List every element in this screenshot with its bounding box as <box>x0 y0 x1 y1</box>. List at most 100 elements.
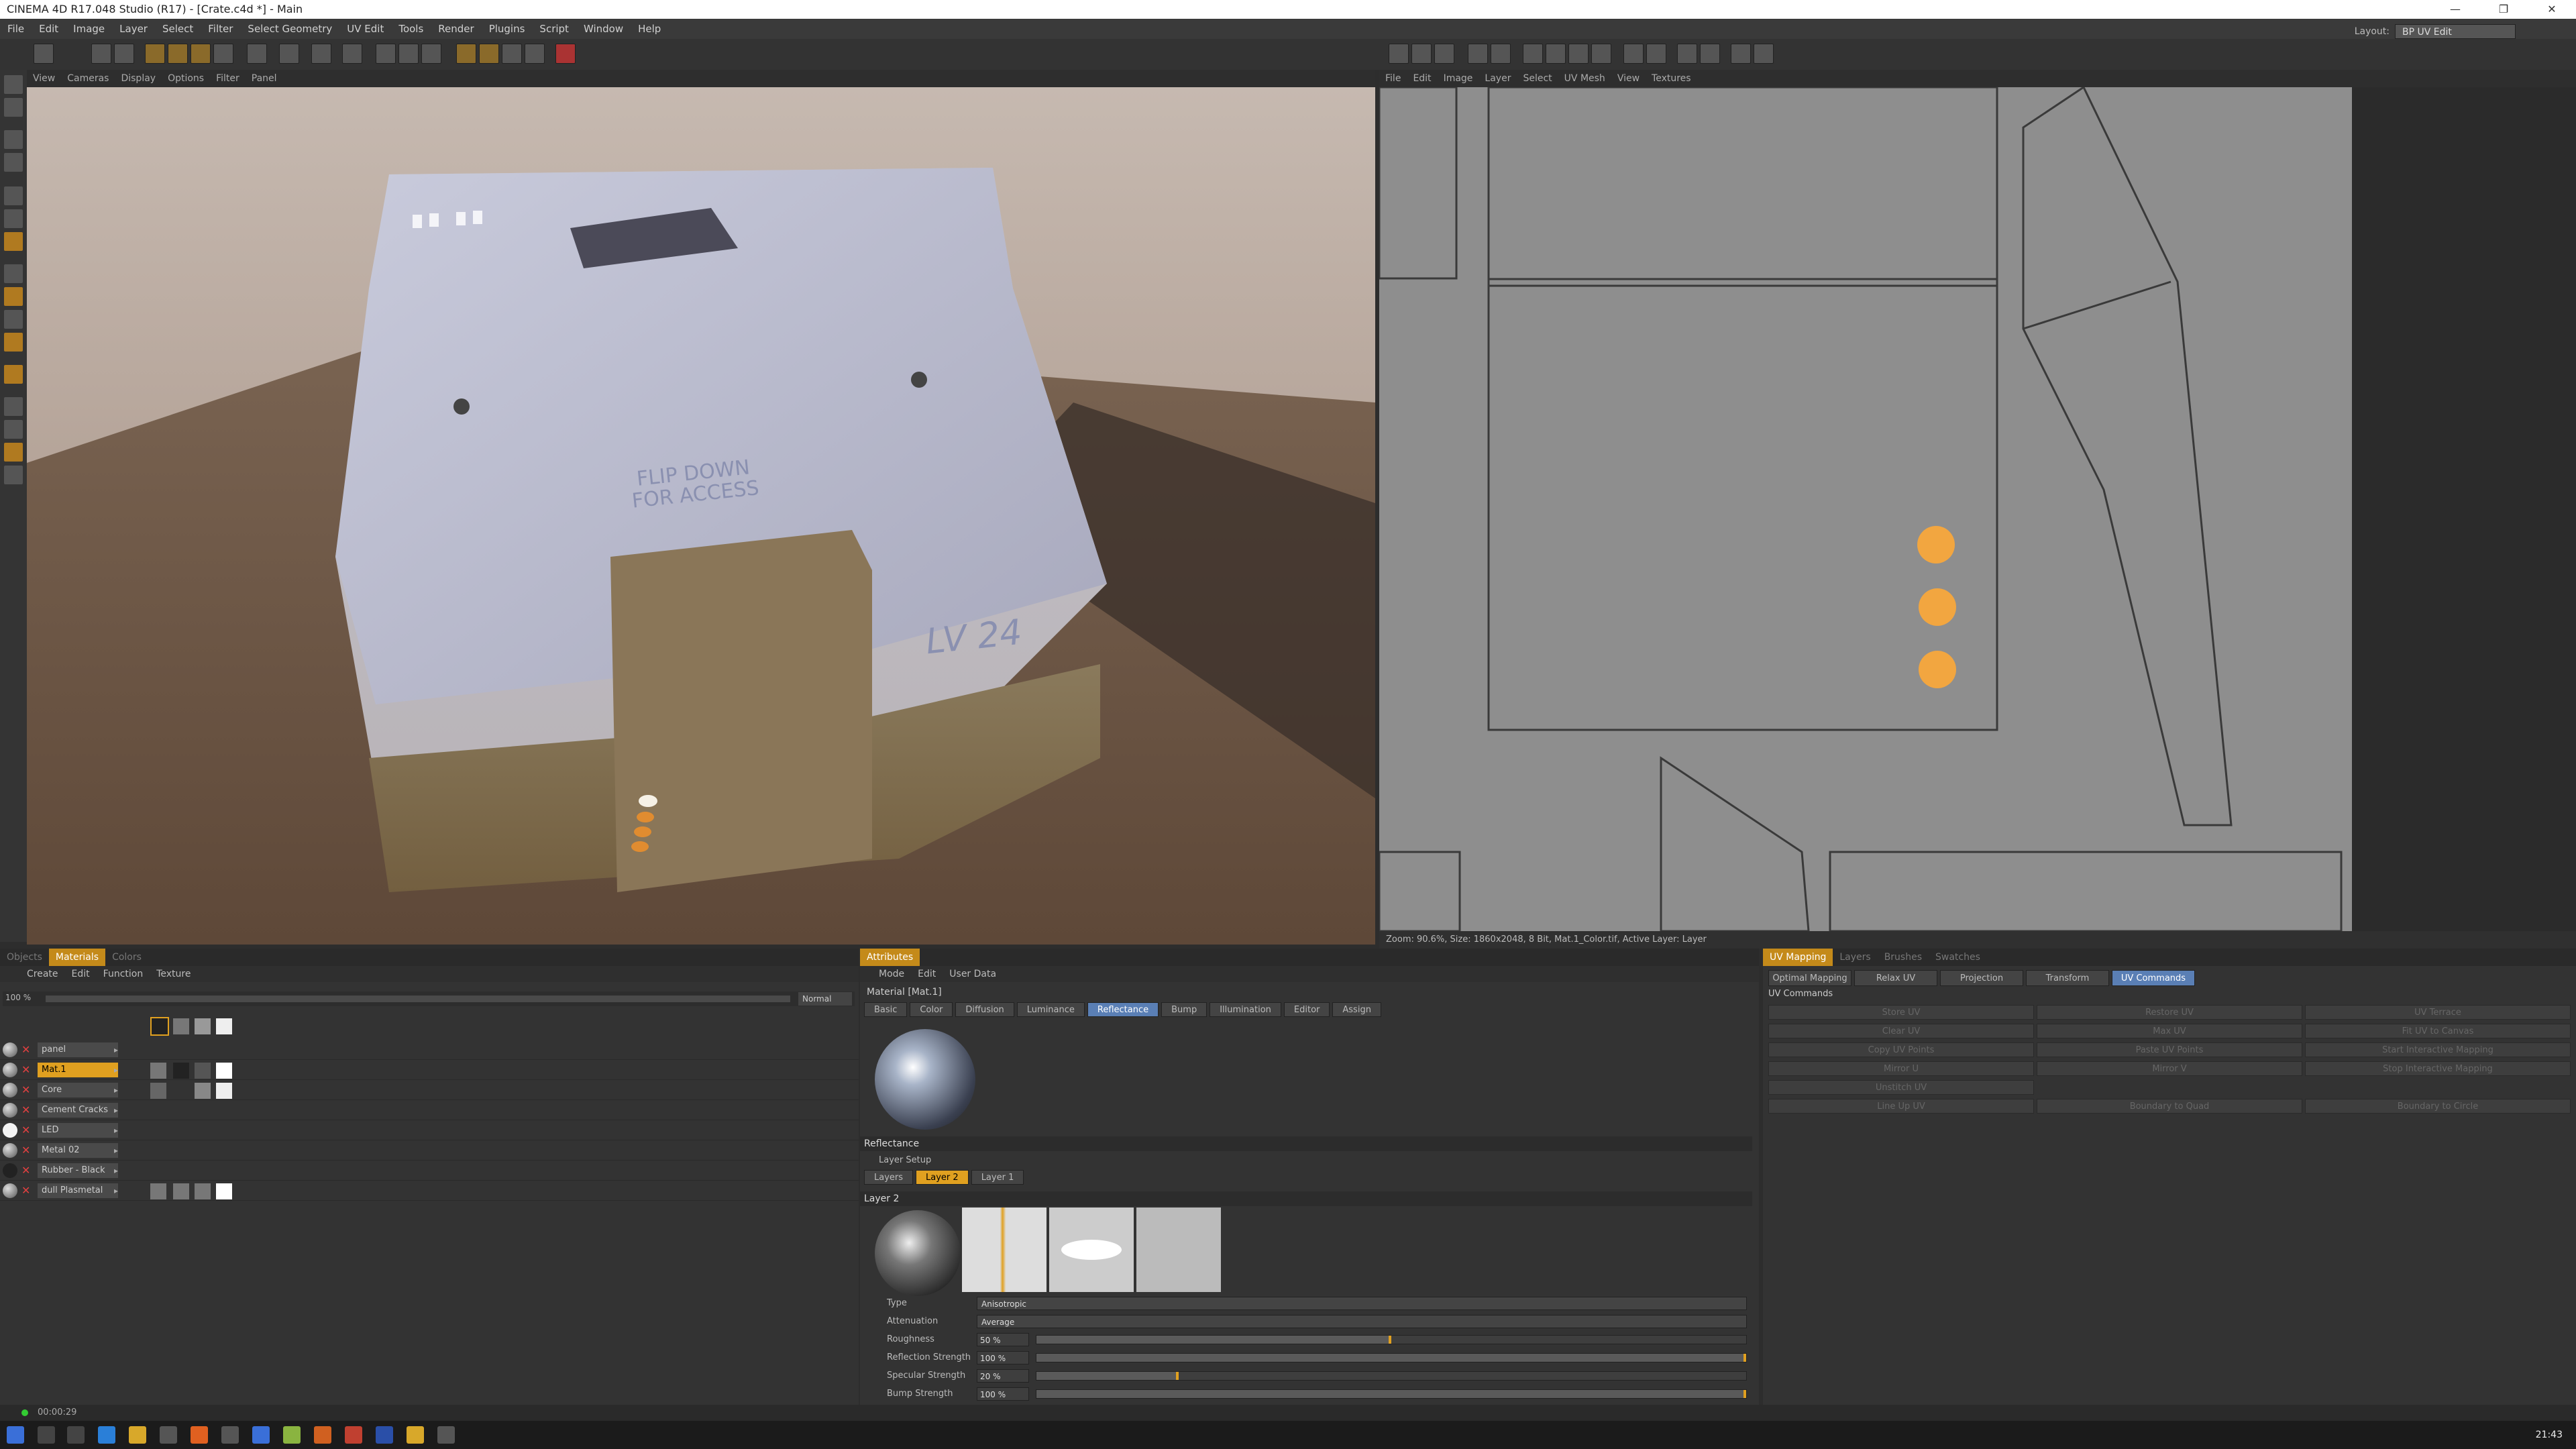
expand-arrow-icon[interactable]: ▸ <box>114 1120 118 1140</box>
menu-script[interactable]: Script <box>532 19 576 39</box>
material-row[interactable]: ✕ Cement Cracks ▸ <box>0 1100 859 1120</box>
firefox-icon[interactable] <box>191 1426 208 1444</box>
expand-arrow-icon[interactable]: ▸ <box>114 1140 118 1161</box>
move-icon[interactable] <box>145 44 165 64</box>
clone-tool-icon[interactable] <box>1468 44 1488 64</box>
menu-image[interactable]: Image <box>66 19 112 39</box>
vp-menu-panel[interactable]: Panel <box>246 70 283 87</box>
unstitch-uv-button[interactable]: Unstitch UV <box>1768 1080 2034 1095</box>
blend-mode-dropdown[interactable]: Normal <box>798 992 852 1006</box>
tab-editor[interactable]: Editor <box>1283 1002 1330 1017</box>
menu-select-geometry[interactable]: Select Geometry <box>240 19 339 39</box>
mat-menu-function[interactable]: Function <box>97 966 150 982</box>
swatch[interactable] <box>150 1083 166 1099</box>
uv-menu-textures[interactable]: Textures <box>1646 70 1697 87</box>
bump-strength-slider[interactable] <box>1036 1389 1747 1399</box>
uv-menu-view[interactable]: View <box>1611 70 1646 87</box>
tab-relax-uv[interactable]: Relax UV <box>1854 970 1937 986</box>
tab-brushes[interactable]: Brushes <box>1878 949 1929 966</box>
expand-arrow-icon[interactable]: ▸ <box>114 1040 118 1060</box>
subdivision-icon[interactable] <box>502 44 522 64</box>
tab-color[interactable]: Color <box>910 1002 953 1017</box>
mirror-u-button[interactable]: Mirror U <box>1768 1061 2034 1076</box>
uv-menu-layer[interactable]: Layer <box>1479 70 1517 87</box>
x-axis-icon[interactable] <box>247 44 267 64</box>
eyedropper-icon[interactable] <box>4 397 23 416</box>
calculator-icon[interactable] <box>221 1426 239 1444</box>
remove-icon[interactable]: ✕ <box>21 1060 30 1080</box>
material-name[interactable]: Cement Cracks <box>38 1103 118 1118</box>
z-axis-icon[interactable] <box>311 44 331 64</box>
menu-plugins[interactable]: Plugins <box>482 19 533 39</box>
fill-tool-icon[interactable] <box>1434 44 1454 64</box>
y-axis-icon[interactable] <box>279 44 299 64</box>
material-row[interactable]: ✕ panel ▸ <box>0 1040 859 1060</box>
vp-menu-cameras[interactable]: Cameras <box>61 70 115 87</box>
grid-icon[interactable] <box>1623 44 1644 64</box>
uv-polygon-icon[interactable] <box>1523 44 1543 64</box>
render-view-icon[interactable] <box>376 44 396 64</box>
store-icon[interactable] <box>160 1426 177 1444</box>
material-name[interactable]: panel <box>38 1042 118 1057</box>
background-color-icon[interactable] <box>4 466 23 484</box>
coordinate-system-icon[interactable] <box>342 44 362 64</box>
uv-edge-icon[interactable] <box>1568 44 1589 64</box>
tab-layer-2[interactable]: Layer 2 <box>916 1170 969 1185</box>
brush-tool-icon[interactable] <box>1389 44 1409 64</box>
expand-arrow-icon[interactable]: ▸ <box>114 1080 118 1100</box>
reflection-strength-slider[interactable] <box>1036 1353 1747 1362</box>
mat-menu-texture[interactable]: Texture <box>150 966 197 982</box>
tab-layers[interactable]: Layers <box>1833 949 1877 966</box>
roughness-field[interactable]: 50 % <box>977 1333 1029 1346</box>
uv-canvas[interactable] <box>1379 87 2576 931</box>
layer-thumb-2[interactable] <box>173 1018 189 1034</box>
search-icon[interactable] <box>38 1426 55 1444</box>
remove-icon[interactable]: ✕ <box>21 1140 30 1161</box>
tab-diffusion[interactable]: Diffusion <box>955 1002 1014 1017</box>
swatch[interactable] <box>195 1083 211 1099</box>
tab-swatches[interactable]: Swatches <box>1929 949 1987 966</box>
model-mode-icon[interactable] <box>4 75 23 94</box>
task-view-icon[interactable] <box>67 1426 85 1444</box>
tab-bump[interactable]: Bump <box>1161 1002 1208 1017</box>
max-uv-button[interactable]: Max UV <box>2037 1024 2302 1038</box>
texture-mode-icon[interactable] <box>4 98 23 117</box>
remove-icon[interactable]: ✕ <box>21 1120 30 1140</box>
rotate-icon[interactable] <box>191 44 211 64</box>
tab-layers[interactable]: Layers <box>864 1170 914 1185</box>
tab-optimal-mapping[interactable]: Optimal Mapping <box>1768 970 1851 986</box>
bump-strength-field[interactable]: 100 % <box>977 1387 1029 1401</box>
menu-help[interactable]: Help <box>631 19 668 39</box>
tab-attributes[interactable]: Attributes <box>860 949 920 966</box>
points-mode-icon[interactable] <box>4 186 23 205</box>
3d-viewport[interactable]: FLIP DOWN FOR ACCESS LV 24 <box>27 87 1375 945</box>
material-row[interactable]: ✕ Core ▸ <box>0 1080 859 1100</box>
tab-objects[interactable]: Objects <box>0 949 49 966</box>
menu-uv-edit[interactable]: UV Edit <box>339 19 391 39</box>
layer-thumb-4[interactable] <box>216 1018 232 1034</box>
specular-strength-slider[interactable] <box>1036 1371 1747 1381</box>
gradient-icon[interactable] <box>4 310 23 329</box>
array-icon[interactable] <box>525 44 545 64</box>
clear-uv-button[interactable]: Clear UV <box>1768 1024 2034 1038</box>
layer-thumb-3[interactable] <box>195 1018 211 1034</box>
bodypaint-icon[interactable] <box>555 44 576 64</box>
snap-icon[interactable] <box>1646 44 1666 64</box>
app-icon[interactable] <box>345 1426 362 1444</box>
material-name-selected[interactable]: Mat.1 <box>38 1063 118 1077</box>
eraser-tool-icon[interactable] <box>1411 44 1432 64</box>
paste-uv-points-button[interactable]: Paste UV Points <box>2037 1042 2302 1057</box>
render-settings-icon[interactable] <box>421 44 441 64</box>
type-dropdown[interactable]: Anisotropic <box>977 1297 1747 1310</box>
tab-uv-mapping[interactable]: UV Mapping <box>1763 949 1833 966</box>
swatch[interactable] <box>216 1063 232 1079</box>
undo-icon[interactable] <box>34 44 54 64</box>
tab-transform[interactable]: Transform <box>2026 970 2109 986</box>
select-tool-icon[interactable] <box>91 44 111 64</box>
swatch[interactable] <box>173 1183 189 1199</box>
pen-icon[interactable] <box>479 44 499 64</box>
edge-icon[interactable] <box>98 1426 115 1444</box>
mat-menu-edit[interactable]: Edit <box>65 966 97 982</box>
smudge-tool-icon[interactable] <box>1491 44 1511 64</box>
material-name[interactable]: Core <box>38 1083 118 1097</box>
